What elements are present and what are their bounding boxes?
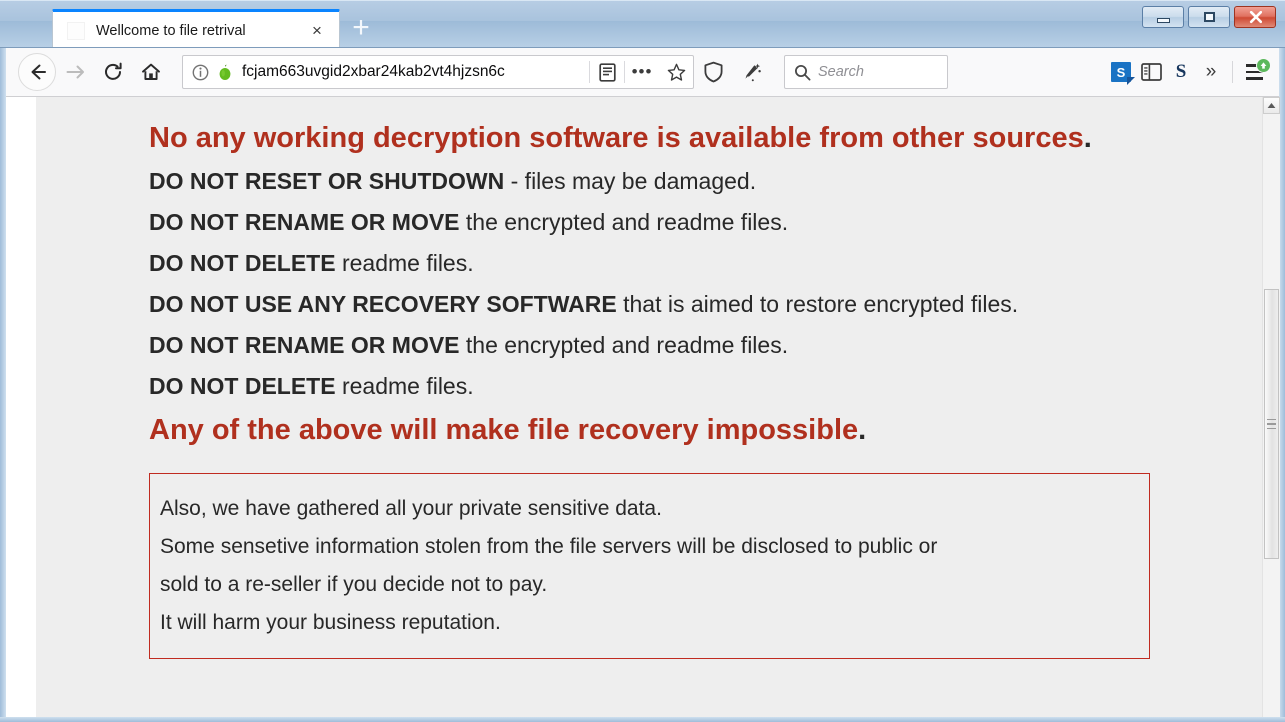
skype-icon: S xyxy=(1111,62,1135,85)
maximize-icon xyxy=(1203,12,1215,22)
sidebar-icon xyxy=(1140,63,1162,81)
vertical-scrollbar[interactable] xyxy=(1262,97,1280,717)
page-headline: No any working decryption software is av… xyxy=(149,115,1262,161)
headline-text: No any working decryption software is av… xyxy=(149,122,1084,154)
minimize-button[interactable] xyxy=(1142,6,1184,28)
minimize-icon xyxy=(1156,17,1170,23)
ransom-note-page: No any working decryption software is av… xyxy=(36,97,1262,717)
reader-mode-icon xyxy=(598,62,616,82)
scrollbar-track[interactable] xyxy=(1263,114,1280,717)
new-tab-button[interactable]: + xyxy=(344,11,378,45)
navigation-toolbar: fcjam663uvgid2xbar24kab2vt4hjzsn6c ••• S… xyxy=(6,48,1279,97)
rule-bold-2: DO NOT RENAME OR MOVE xyxy=(149,209,460,235)
s-letter-icon: S xyxy=(1175,61,1187,82)
skype-extension-button[interactable]: S xyxy=(1106,57,1136,87)
rule-bold-4: DO NOT USE ANY RECOVERY SOFTWARE xyxy=(149,291,617,317)
box-line-4: It will harm your business reputation. xyxy=(160,611,501,634)
rule-bold-1: DO NOT RESET OR SHUTDOWN xyxy=(149,168,505,194)
reload-icon xyxy=(105,62,122,80)
window-controls xyxy=(1142,6,1276,28)
broom-sparkle-icon xyxy=(744,63,761,81)
scrollbar-thumb[interactable] xyxy=(1264,289,1279,559)
reader-mode-button[interactable] xyxy=(590,56,624,88)
close-button[interactable] xyxy=(1234,6,1276,28)
rule-bold-6: DO NOT DELETE xyxy=(149,373,336,399)
rule-bold-3: DO NOT DELETE xyxy=(149,250,336,276)
maximize-button[interactable] xyxy=(1188,6,1230,28)
rule-rest-6: readme files. xyxy=(335,373,474,399)
tab-favicon xyxy=(67,21,85,40)
rule-rest-4: that is aimed to restore encrypted files… xyxy=(616,291,1019,317)
rule-line-5: DO NOT RENAME OR MOVE the encrypted and … xyxy=(149,325,1262,366)
tracking-protection-button[interactable] xyxy=(694,53,732,91)
scroll-up-button[interactable] xyxy=(1263,97,1280,114)
site-info-button[interactable] xyxy=(192,64,209,81)
onion-icon xyxy=(217,64,233,81)
warning-period: . xyxy=(858,414,867,446)
shield-icon xyxy=(704,61,722,83)
search-bar[interactable]: Search xyxy=(784,55,948,89)
toolbar-divider xyxy=(1232,61,1233,83)
rule-rest-3: readme files. xyxy=(335,250,474,276)
ellipsis-icon: ••• xyxy=(631,61,653,81)
scrollbar-grip-icon xyxy=(1267,418,1276,430)
scroll-up-arrow-icon xyxy=(1267,103,1276,108)
overflow-button[interactable]: » xyxy=(1196,57,1226,87)
address-bar[interactable]: fcjam663uvgid2xbar24kab2vt4hjzsn6c ••• xyxy=(182,55,694,89)
search-placeholder: Search xyxy=(818,64,864,80)
info-circle-icon xyxy=(192,64,209,80)
data-leak-box: Also, we have gathered all your private … xyxy=(149,473,1150,659)
s-extension-button[interactable]: S xyxy=(1166,57,1196,87)
rule-line-3: DO NOT DELETE readme files. xyxy=(149,243,1262,284)
close-x-icon xyxy=(1249,10,1262,23)
rule-line-2: DO NOT RENAME OR MOVE the encrypted and … xyxy=(149,202,1262,243)
rule-rest-2: the encrypted and readme files. xyxy=(459,209,789,235)
tab-title: Wellcome to file retrival xyxy=(96,22,246,39)
bookmark-button[interactable] xyxy=(659,56,693,88)
title-bar: Wellcome to file retrival × + xyxy=(0,0,1285,49)
cleanup-button[interactable] xyxy=(732,53,770,91)
home-button[interactable] xyxy=(132,53,170,91)
rule-bold-5: DO NOT RENAME OR MOVE xyxy=(149,332,460,358)
browser-window: Wellcome to file retrival × + fcjam663uv… xyxy=(0,0,1285,722)
browser-tab[interactable]: Wellcome to file retrival × xyxy=(52,9,340,49)
reload-button[interactable] xyxy=(94,53,132,91)
url-text: fcjam663uvgid2xbar24kab2vt4hjzsn6c xyxy=(242,63,505,80)
tab-close-button[interactable]: × xyxy=(303,17,331,45)
headline-period: . xyxy=(1083,122,1092,154)
box-line-2: Some sensetive information stolen from t… xyxy=(160,535,938,558)
home-icon xyxy=(142,63,160,80)
chevron-double-right-icon: » xyxy=(1205,61,1217,82)
back-button[interactable] xyxy=(18,53,56,91)
update-arrow-icon xyxy=(1256,58,1271,73)
hamburger-menu-icon xyxy=(1239,58,1271,85)
app-menu-button[interactable] xyxy=(1239,57,1271,87)
window-frame-bottom xyxy=(0,717,1285,722)
search-icon xyxy=(794,64,811,81)
rule-line-1: DO NOT RESET OR SHUTDOWN - files may be … xyxy=(149,161,1262,202)
rule-line-4: DO NOT USE ANY RECOVERY SOFTWARE that is… xyxy=(149,284,1262,325)
forward-arrow-icon xyxy=(66,65,84,79)
warning-headline: Any of the above will make file recovery… xyxy=(149,407,1262,453)
warning-text: Any of the above will make file recovery… xyxy=(149,414,859,446)
rule-rest-5: the encrypted and readme files. xyxy=(459,332,789,358)
box-line-3: sold to a re-seller if you decide not to… xyxy=(160,573,548,596)
rule-rest-1: - files may be damaged. xyxy=(504,168,757,194)
page-viewport: No any working decryption software is av… xyxy=(6,97,1262,717)
back-arrow-icon xyxy=(31,64,46,80)
page-actions-button[interactable]: ••• xyxy=(625,56,659,88)
box-line-1: Also, we have gathered all your private … xyxy=(160,497,662,520)
rule-line-6: DO NOT DELETE readme files. xyxy=(149,366,1262,407)
star-icon xyxy=(667,63,685,81)
forward-button[interactable] xyxy=(56,53,94,91)
sidebar-toggle-button[interactable] xyxy=(1136,57,1166,87)
